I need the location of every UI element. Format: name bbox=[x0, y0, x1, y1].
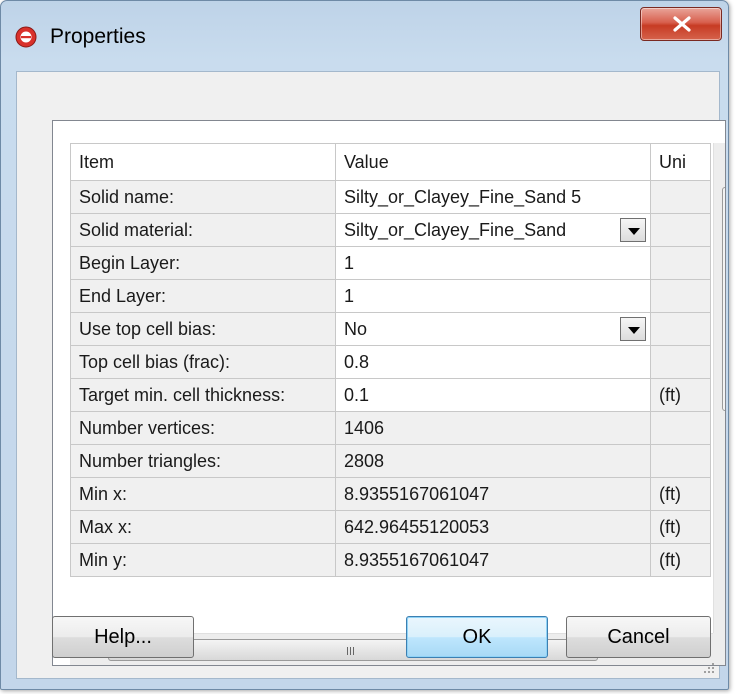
property-value-cell: 642.96455120053 bbox=[335, 510, 651, 544]
vertical-scroll-thumb[interactable] bbox=[722, 187, 725, 411]
property-unit-cell: (ft) bbox=[650, 477, 711, 511]
property-unit-cell bbox=[650, 345, 711, 379]
properties-dialog: Properties Item Value Uni Solid name: Si… bbox=[0, 0, 729, 690]
window-title: Properties bbox=[50, 25, 146, 48]
property-name-cell: Solid name: bbox=[70, 180, 336, 214]
table-row: Max x: 642.96455120053 (ft) bbox=[70, 510, 711, 544]
property-unit-cell bbox=[650, 279, 711, 313]
property-name-cell: End Layer: bbox=[70, 279, 336, 313]
table-row: Solid material: Silty_or_Clayey_Fine_Sand bbox=[70, 213, 711, 247]
property-unit-cell: (ft) bbox=[650, 543, 711, 577]
property-value-cell: 2808 bbox=[335, 444, 651, 478]
property-name-cell: Min y: bbox=[70, 543, 336, 577]
property-name-cell: Use top cell bias: bbox=[70, 312, 336, 346]
property-value-text: 1 bbox=[344, 252, 355, 273]
property-value-cell[interactable]: 0.1 bbox=[335, 378, 651, 412]
properties-table: Item Value Uni Solid name: Silty_or_Claye… bbox=[70, 143, 711, 577]
table-row: Solid name: Silty_or_Clayey_Fine_Sand 5 bbox=[70, 180, 711, 214]
dialog-body: Item Value Uni Solid name: Silty_or_Claye… bbox=[16, 71, 726, 679]
column-header-item[interactable]: Item bbox=[70, 143, 336, 181]
scroll-down-arrow-icon[interactable] bbox=[714, 603, 725, 633]
property-value-cell[interactable]: 1 bbox=[335, 279, 651, 313]
property-unit-cell: (ft) bbox=[650, 510, 711, 544]
property-unit-cell bbox=[650, 312, 711, 346]
property-name-cell: Top cell bias (frac): bbox=[70, 345, 336, 379]
property-value-text: 8.9355167061047 bbox=[344, 483, 490, 504]
title-bar[interactable]: Properties bbox=[1, 1, 728, 71]
table-header-row: Item Value Uni bbox=[70, 143, 711, 181]
table-row: Target min. cell thickness: 0.1 (ft) bbox=[70, 378, 711, 412]
cancel-button[interactable]: Cancel bbox=[566, 616, 711, 658]
property-value-text: 1 bbox=[344, 285, 355, 306]
property-value-text: 0.8 bbox=[344, 351, 370, 372]
property-value-cell[interactable]: Silty_or_Clayey_Fine_Sand 5 bbox=[335, 180, 651, 214]
property-unit-cell bbox=[650, 411, 711, 445]
property-unit-cell bbox=[650, 444, 711, 478]
property-value-text: 0.1 bbox=[344, 384, 370, 405]
table-row: Use top cell bias: No bbox=[70, 312, 711, 346]
property-unit-cell bbox=[650, 180, 711, 214]
table-row: Begin Layer: 1 bbox=[70, 246, 711, 280]
property-value-text: 642.96455120053 bbox=[344, 516, 490, 537]
app-logo-icon bbox=[15, 26, 37, 48]
table-row: Number vertices: 1406 bbox=[70, 411, 711, 445]
dropdown-arrow-icon[interactable] bbox=[620, 317, 646, 341]
property-value-cell: 1406 bbox=[335, 411, 651, 445]
property-value-dropdown[interactable]: No bbox=[335, 312, 651, 346]
property-unit-cell bbox=[650, 246, 711, 280]
property-unit-cell bbox=[650, 213, 711, 247]
scroll-up-arrow-icon[interactable] bbox=[714, 143, 725, 173]
property-name-cell: Min x: bbox=[70, 477, 336, 511]
column-header-unit[interactable]: Uni bbox=[650, 143, 711, 181]
help-button[interactable]: Help... bbox=[52, 616, 194, 658]
ok-button[interactable]: OK bbox=[406, 616, 548, 658]
property-name-cell: Begin Layer: bbox=[70, 246, 336, 280]
vertical-scrollbar[interactable] bbox=[713, 143, 725, 633]
property-value-text: Silty_or_Clayey_Fine_Sand bbox=[344, 219, 567, 240]
property-value-cell: 8.9355167061047 bbox=[335, 477, 651, 511]
property-value-text: 8.9355167061047 bbox=[344, 549, 490, 570]
column-header-value[interactable]: Value bbox=[335, 143, 651, 181]
properties-grid: Item Value Uni Solid name: Silty_or_Claye… bbox=[52, 120, 726, 666]
property-value-text: No bbox=[344, 318, 368, 339]
property-unit-cell: (ft) bbox=[650, 378, 711, 412]
close-button[interactable] bbox=[640, 7, 722, 41]
table-row: End Layer: 1 bbox=[70, 279, 711, 313]
table-row: Min x: 8.9355167061047 (ft) bbox=[70, 477, 711, 511]
property-value-text: 2808 bbox=[344, 450, 385, 471]
property-name-cell: Number vertices: bbox=[70, 411, 336, 445]
property-name-cell: Solid material: bbox=[70, 213, 336, 247]
property-name-cell: Target min. cell thickness: bbox=[70, 378, 336, 412]
property-value-dropdown[interactable]: Silty_or_Clayey_Fine_Sand bbox=[335, 213, 651, 247]
property-value-cell[interactable]: 0.8 bbox=[335, 345, 651, 379]
table-row: Top cell bias (frac): 0.8 bbox=[70, 345, 711, 379]
close-icon bbox=[673, 16, 691, 32]
table-row: Min y: 8.9355167061047 (ft) bbox=[70, 543, 711, 577]
resize-grip-icon[interactable] bbox=[703, 662, 715, 674]
property-name-cell: Number triangles: bbox=[70, 444, 336, 478]
scrollbar-corner bbox=[713, 633, 725, 665]
property-value-cell[interactable]: 1 bbox=[335, 246, 651, 280]
property-value-cell: 8.9355167061047 bbox=[335, 543, 651, 577]
property-value-text: Silty_or_Clayey_Fine_Sand 5 bbox=[344, 186, 582, 207]
property-name-cell: Max x: bbox=[70, 510, 336, 544]
table-row: Number triangles: 2808 bbox=[70, 444, 711, 478]
dropdown-arrow-icon[interactable] bbox=[620, 218, 646, 242]
property-value-text: 1406 bbox=[344, 417, 385, 438]
